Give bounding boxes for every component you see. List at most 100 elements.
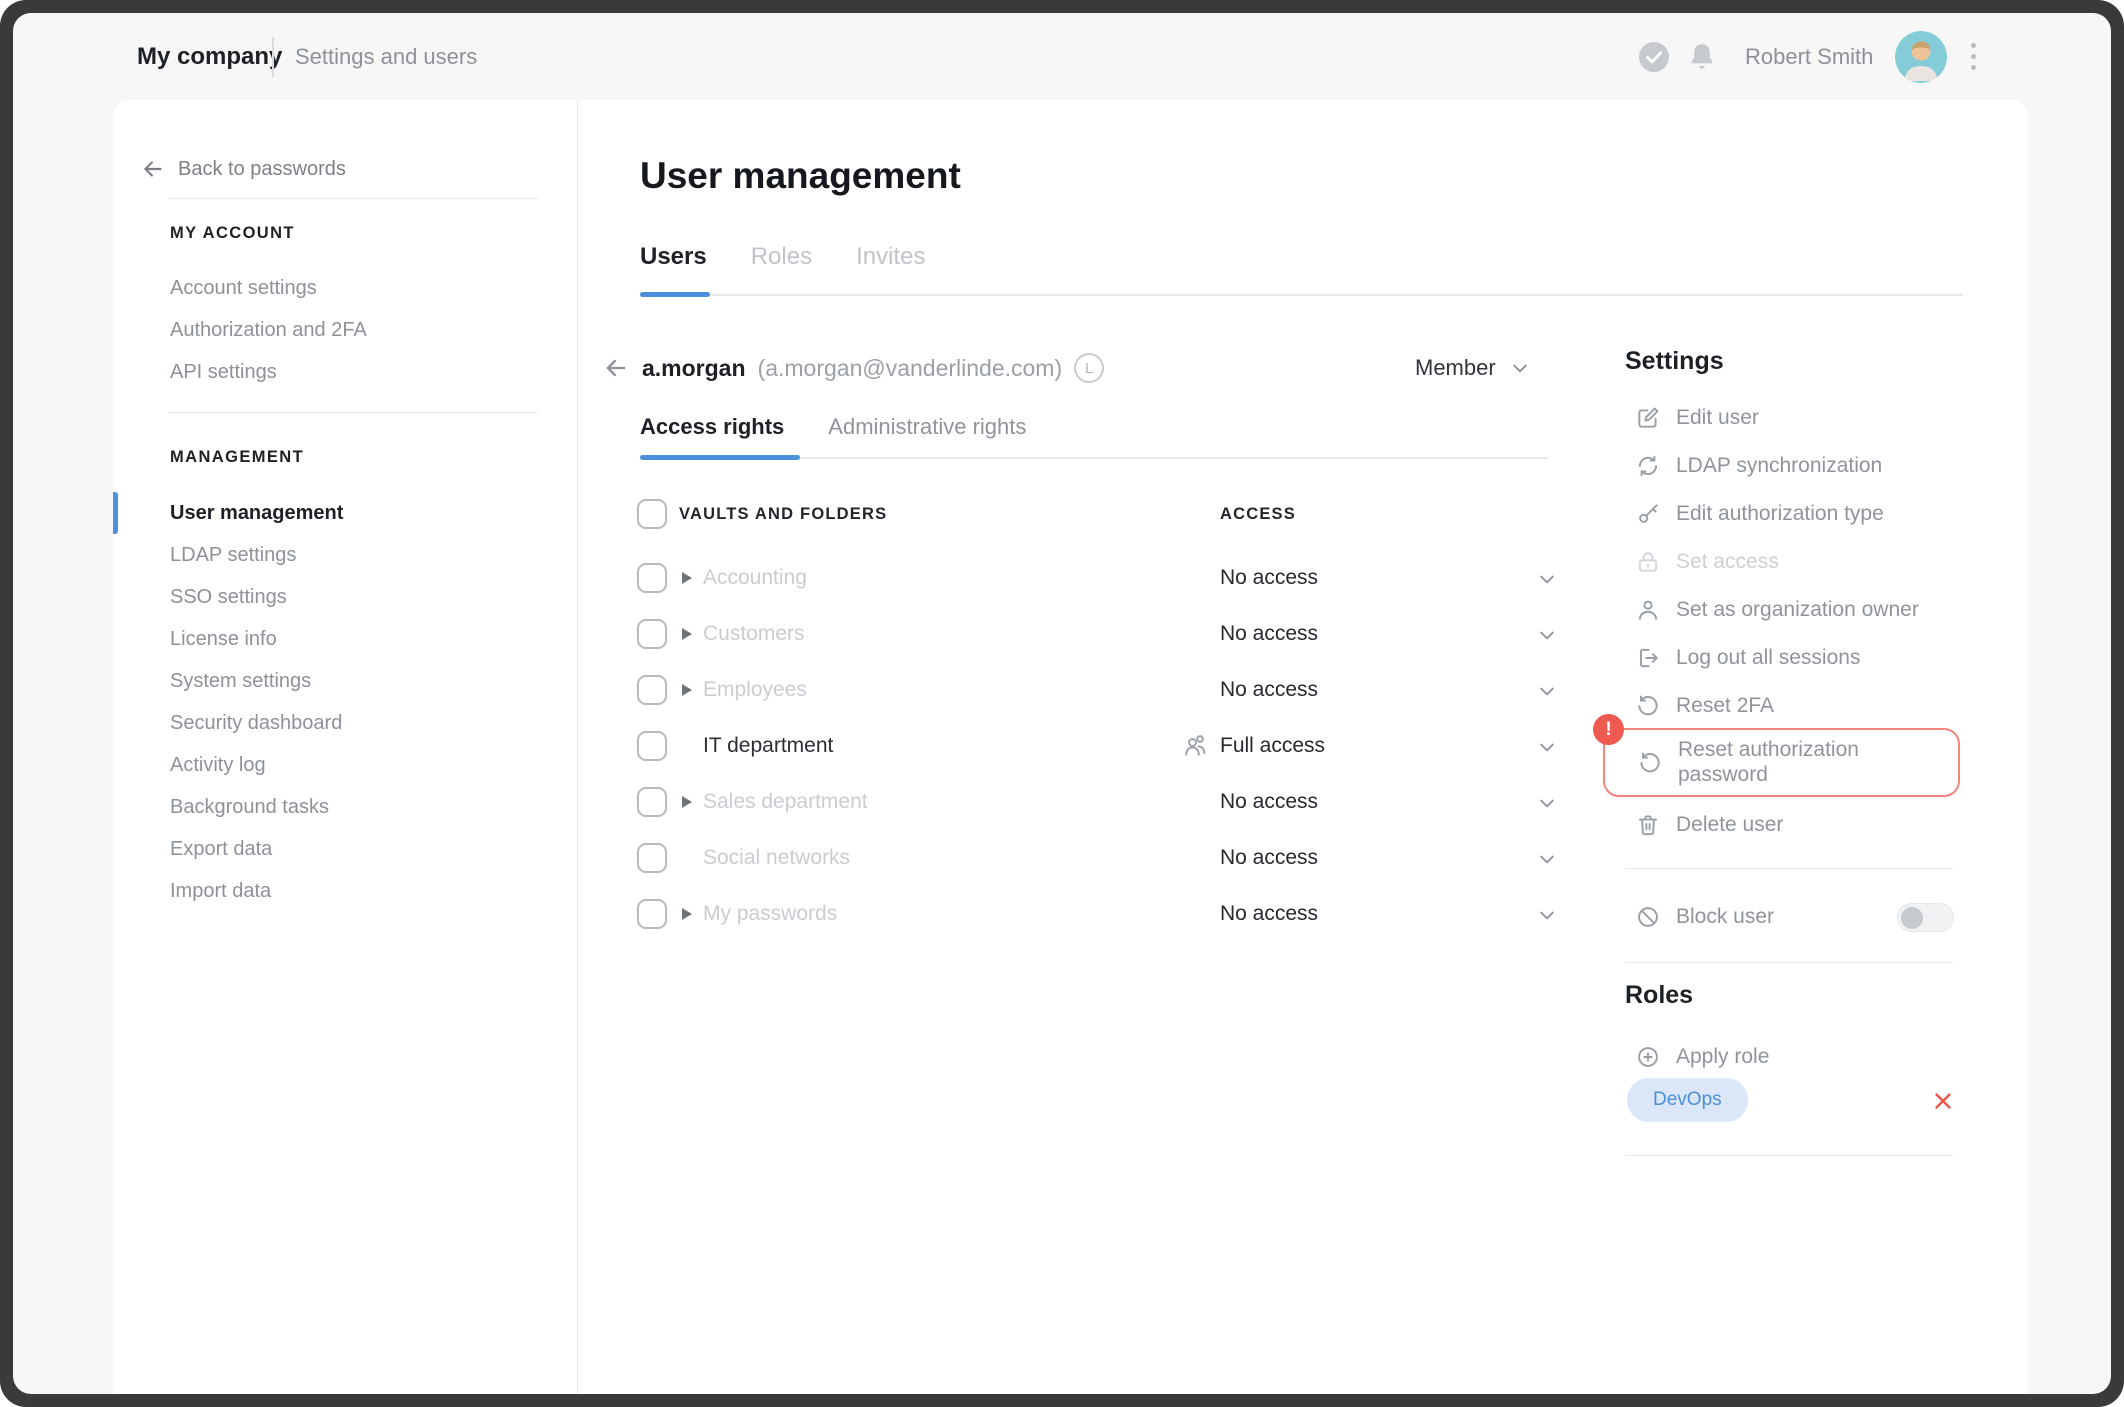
access-level-value: No access (1220, 566, 1319, 589)
panel-divider (1625, 868, 1953, 869)
access-level-value: No access (1220, 902, 1319, 925)
sidebar-item-api-settings[interactable]: API settings (170, 351, 277, 393)
select-all-checkbox[interactable] (637, 499, 667, 529)
expander-triangle-icon[interactable] (682, 684, 692, 696)
access-icon-wrap (1182, 718, 1210, 774)
settings-item-label: Reset authorization password (1678, 737, 1859, 786)
settings-item-label: Set access (1676, 550, 1779, 573)
column-vaults-and-folders: VAULTS AND FOLDERS (679, 505, 888, 523)
access-dropdown-chevron-icon[interactable] (1537, 625, 1557, 645)
access-dropdown-chevron-icon[interactable] (1537, 849, 1557, 869)
bell-icon[interactable] (1685, 40, 1719, 74)
app-page: My company Settings and users Robert Smi… (13, 13, 2111, 1394)
row-checkbox[interactable] (637, 787, 667, 817)
user-login: a.morgan (642, 354, 746, 381)
person-icon (1635, 597, 1661, 623)
row-checkbox[interactable] (637, 899, 667, 929)
sidebar-section-divider (168, 198, 538, 199)
topbar-actions: Robert Smith (1637, 13, 1977, 100)
settings-item-label: Edit user (1676, 406, 1759, 429)
edit-user-button[interactable]: Edit user (1603, 394, 1963, 442)
back-label: Back to passwords (178, 157, 346, 180)
edit-icon (1635, 405, 1661, 431)
row-checkbox[interactable] (637, 675, 667, 705)
logout-all-sessions-button[interactable]: Log out all sessions (1603, 634, 1963, 682)
check-circle-icon[interactable] (1637, 40, 1671, 74)
vault-name: IT department (703, 734, 834, 757)
topbar-section-label: Settings and users (295, 43, 478, 69)
sidebar-section-divider (168, 412, 538, 413)
member-role-dropdown[interactable]: Member (1415, 348, 1530, 388)
reset-authorization-password-button[interactable]: ! Reset authorization password (1593, 714, 1960, 797)
roles-title: Roles (1625, 981, 1694, 1009)
alert-badge: ! (1593, 714, 1624, 745)
access-dropdown-chevron-icon[interactable] (1537, 793, 1557, 813)
user-email: (a.morgan@vanderlinde.com) (757, 354, 1063, 381)
section-title-my-account: MY ACCOUNT (170, 224, 295, 242)
apply-role-button[interactable]: Apply role (1603, 1033, 1963, 1081)
settings-title: Settings (1625, 347, 1724, 375)
edit-authorization-type-button[interactable]: Edit authorization type (1603, 490, 1963, 538)
settings-item-label: Delete user (1676, 813, 1784, 836)
set-organization-owner-button[interactable]: Set as organization owner (1603, 586, 1963, 634)
avatar[interactable] (1895, 30, 1948, 83)
topbar-divider (272, 37, 274, 77)
access-level-value: No access (1220, 678, 1319, 701)
user-subtabs: Access rights Administrative rights (640, 414, 1026, 440)
table-row: Customers No access (113, 606, 1563, 662)
tab-users[interactable]: Users (640, 243, 707, 271)
table-row: IT department Full access (113, 718, 1563, 774)
sidebar-item-authorization-2fa[interactable]: Authorization and 2FA (170, 309, 367, 351)
active-subtab-underline (640, 455, 800, 460)
table-row: Social networks No access (113, 830, 1563, 886)
tab-access-rights[interactable]: Access rights (640, 414, 784, 440)
ldap-synchronization-button[interactable]: LDAP synchronization (1603, 442, 1963, 490)
row-checkbox[interactable] (637, 843, 667, 873)
sync-icon (1635, 453, 1661, 479)
topbar: My company Settings and users Robert Smi… (13, 13, 2111, 100)
row-checkbox[interactable] (637, 563, 667, 593)
kebab-menu-icon[interactable] (1971, 43, 1977, 70)
tabline (640, 294, 1963, 296)
access-dropdown-chevron-icon[interactable] (1537, 737, 1557, 757)
vault-name: Accounting (703, 566, 807, 589)
sidebar-item-account-settings[interactable]: Account settings (170, 267, 317, 309)
reset-2fa-button[interactable]: Reset 2FA (1603, 682, 1963, 730)
access-dropdown-chevron-icon[interactable] (1537, 681, 1557, 701)
tab-roles[interactable]: Roles (751, 243, 812, 271)
vault-name: Employees (703, 678, 807, 701)
panel-divider (1625, 962, 1953, 963)
delete-user-button[interactable]: Delete user (1603, 801, 1963, 849)
block-user-toggle[interactable] (1897, 903, 1954, 932)
reset-icon (1635, 693, 1661, 719)
settings-item-label: Set as organization owner (1676, 598, 1919, 621)
panel-divider (1625, 1155, 1953, 1156)
tab-administrative-rights[interactable]: Administrative rights (828, 414, 1026, 440)
access-dropdown-chevron-icon[interactable] (1537, 905, 1557, 925)
role-chip-devops: DevOps (1627, 1078, 1748, 1122)
member-role-value: Member (1415, 355, 1496, 380)
expander-triangle-icon[interactable] (682, 628, 692, 640)
access-level-value: No access (1220, 846, 1319, 869)
reset-icon (1637, 750, 1663, 776)
apply-role-label: Apply role (1676, 1045, 1770, 1068)
back-to-passwords-link[interactable]: Back to passwords (140, 156, 346, 182)
key-icon (1635, 501, 1661, 527)
access-dropdown-chevron-icon[interactable] (1537, 569, 1557, 589)
row-checkbox[interactable] (637, 731, 667, 761)
access-level-value: No access (1220, 790, 1319, 813)
remove-role-x-icon[interactable] (1930, 1088, 1956, 1114)
tab-invites[interactable]: Invites (856, 243, 925, 271)
table-header: VAULTS AND FOLDERS ACCESS (113, 498, 1553, 530)
row-checkbox[interactable] (637, 619, 667, 649)
table-row: My passwords No access (113, 886, 1563, 942)
expander-triangle-icon[interactable] (682, 572, 692, 584)
vault-name: Sales department (703, 790, 868, 813)
expander-triangle-icon[interactable] (682, 908, 692, 920)
expander-triangle-icon[interactable] (682, 796, 692, 808)
ldap-user-badge-icon: L (1074, 353, 1105, 383)
role-chip-label: DevOps (1653, 1089, 1722, 1110)
set-access-button: Set access (1603, 538, 1963, 586)
content-card: Back to passwords MY ACCOUNT Account set… (113, 100, 2028, 1394)
user-back-button[interactable] (602, 354, 630, 382)
